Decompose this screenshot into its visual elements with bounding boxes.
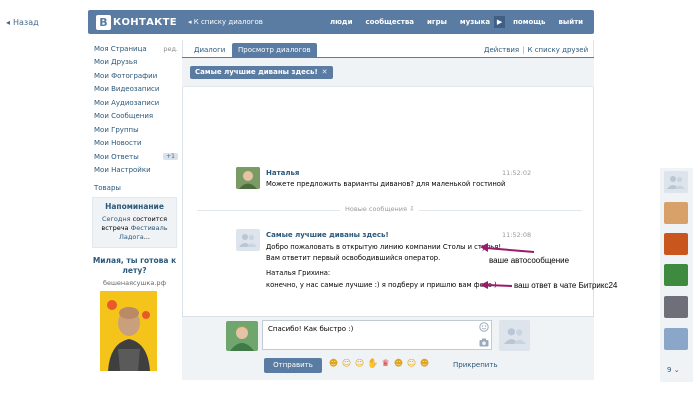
emoji-laugh-icon[interactable]: ☻ [393,359,404,370]
reminder-body: Сегодня состоится встреча Фестиваль Ладо… [101,215,168,241]
avatar-natalia[interactable] [236,167,260,189]
menu-item-audios[interactable]: Мои Аудиозаписи [94,96,178,110]
menu-item-page[interactable]: Моя Страница ред. [94,42,178,56]
friend-avatar[interactable] [664,202,688,224]
ad-title[interactable]: Милая, ты готова к лету? [92,256,177,276]
send-button[interactable]: Отправить [264,358,322,373]
message-line: конечно, у нас самые лучшие :) я подберу… [266,281,497,289]
message-author[interactable]: Самые лучшие диваны здесь! [266,231,389,239]
back-link[interactable]: ◂ Назад [6,18,39,27]
friend-avatar[interactable] [664,264,688,286]
friend-avatar-placeholder[interactable] [664,171,688,193]
ad-image[interactable] [100,291,157,371]
annotation-arrows [480,243,535,289]
annotation-bitrix-reply: ваш ответ в чате Битрикс24 [514,281,618,290]
friends-count[interactable]: 9 ⌄ [667,366,680,374]
menu-item-goods[interactable]: Товары [94,181,178,195]
reminder-title: Напоминание [105,202,164,211]
vk-logo-badge: В [96,14,111,30]
answers-count-badge: +1 [163,153,178,161]
top-nav: люди сообщества игры музыка ▶ помощь вый… [330,16,596,28]
menu-item-videos[interactable]: Мои Видеозаписи [94,83,178,97]
emoji-hand-icon[interactable]: ✋ [367,359,378,370]
menu-item-news[interactable]: Мои Новости [94,137,178,151]
menu-item-groups[interactable]: Мои Группы [94,123,178,137]
users-placeholder-icon [664,171,688,193]
message-line: Наталья Грихина: [266,269,331,277]
friend-avatar[interactable] [664,233,688,255]
nav-help[interactable]: помощь [513,18,545,28]
right-links: Действия | К списку друзей [484,46,588,54]
to-friends-link[interactable]: К списку друзей [528,46,589,54]
my-avatar[interactable] [226,321,258,351]
message-time: 11:52:08 [502,231,532,239]
emoji-bar: ☻ ☺ ☺ ✋ ♛ ☻ ☺ ☻ [328,359,430,370]
nav-logout[interactable]: выйти [558,18,583,28]
back-to-dialogs-link[interactable]: ◂ К списку диалогов [188,18,263,26]
tab-dialogs[interactable]: Диалоги [190,44,229,57]
message-time: 11:52:02 [502,169,532,177]
emoji-cool-icon[interactable]: ☻ [419,359,430,370]
vk-logo-word: КОНТАКТЕ [113,16,177,28]
avatar-company[interactable] [236,229,260,251]
menu-item-friends[interactable]: Мои Друзья [94,56,178,70]
message-author[interactable]: Наталья [266,169,299,177]
camera-icon[interactable] [479,338,489,347]
recipient-avatar[interactable] [499,320,530,351]
menu-item-photos[interactable]: Мои Фотографии [94,69,178,83]
link-separator: | [522,46,525,54]
emoji-smile-icon[interactable]: ☺ [341,359,352,370]
edit-link[interactable]: ред. [163,45,178,53]
nav-communities[interactable]: сообщества [366,18,415,28]
smile-icon[interactable] [479,322,489,332]
emoji-blush-icon[interactable]: ☺ [354,359,365,370]
message-text: Можете предложить варианты диванов? для … [266,180,506,188]
topic-chip[interactable]: Самые лучшие диваны здесь! ✕ [190,66,333,79]
chevron-down-icon: ⌄ [673,366,680,374]
attach-link[interactable]: Прикрепить [453,361,498,369]
left-menu: Моя Страница ред. Мои Друзья Мои Фотограф… [94,42,178,195]
users-placeholder-icon [499,320,530,351]
message-input[interactable]: Спасибо! Как быстро :) [262,320,492,350]
tab-view-dialogs[interactable]: Просмотр диалогов [232,43,317,57]
nav-people[interactable]: люди [330,18,353,28]
annotation-auto-message: ваше автосообщение [489,256,570,265]
friend-avatar[interactable] [664,328,688,350]
menu-item-settings[interactable]: Мои Настройки [94,164,178,178]
reminder-box: Напоминание Сегодня состоится встреча Фе… [92,197,177,248]
menu-item-messages[interactable]: Мои Сообщения [94,110,178,124]
users-placeholder-icon [236,229,260,251]
vk-logo[interactable]: В КОНТАКТЕ [96,14,177,30]
menu-item-answers[interactable]: Мои Ответы +1 [94,150,178,164]
friend-avatar[interactable] [664,296,688,318]
emoji-wink-icon[interactable]: ☺ [406,359,417,370]
emoji-grin-icon[interactable]: ☻ [328,359,339,370]
message-line: Вам ответит первый освободившийся операт… [266,254,441,262]
new-messages-label: Новые сообщения ⇩ [340,205,420,213]
close-icon[interactable]: ✕ [322,68,328,76]
back-arrow-icon: ◂ [6,18,11,27]
nav-music[interactable]: музыка [460,18,490,28]
emoji-dancer-icon[interactable]: ♛ [380,359,391,370]
ad-url: бешенаясушка.рф [102,279,167,287]
play-icon[interactable]: ▶ [494,16,506,28]
message-line: Добро пожаловать в открытую линию компан… [266,243,502,251]
actions-link[interactable]: Действия [484,46,519,54]
nav-games[interactable]: игры [427,18,447,28]
ad-block[interactable]: Милая, ты готова к лету? бешенаясушка.рф [92,256,177,287]
